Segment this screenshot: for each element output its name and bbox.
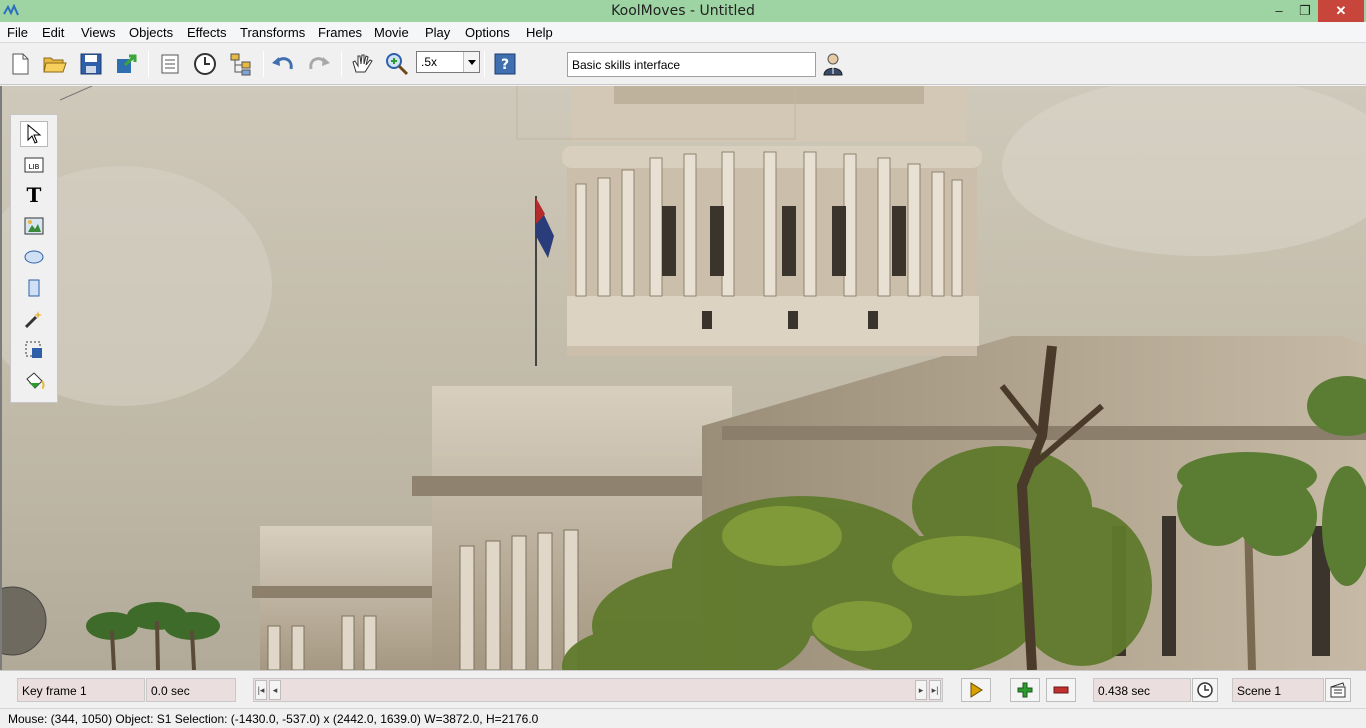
time-field: 0.0 sec [146, 678, 236, 702]
zoom-dropdown[interactable]: .5x [416, 51, 480, 73]
frame-scrollbar[interactable]: |◂ ◂ ▸ ▸| [253, 678, 943, 702]
menu-effects[interactable]: Effects [187, 25, 227, 40]
status-bar: Mouse: (344, 1050) Object: S1 Selection:… [0, 708, 1366, 728]
scroll-last-button[interactable]: ▸| [929, 680, 941, 700]
user-icon[interactable] [820, 51, 846, 77]
menu-transforms[interactable]: Transforms [240, 25, 305, 40]
keyframe-label: Key frame 1 [22, 684, 87, 698]
scene-label: Scene 1 [1237, 684, 1282, 698]
scene-icon [1330, 682, 1346, 698]
menu-file[interactable]: File [7, 25, 28, 40]
plus-icon [1017, 682, 1033, 698]
toolbar-separator [148, 51, 149, 77]
help-icon[interactable]: ? [492, 51, 518, 77]
menu-edit[interactable]: Edit [42, 25, 64, 40]
interface-mode-field[interactable]: Basic skills interface [567, 52, 816, 77]
remove-frame-button[interactable] [1046, 678, 1076, 702]
library-glyph: LIB [29, 163, 40, 171]
svg-text:?: ? [501, 57, 509, 73]
timeline-bar: Key frame 1 0.0 sec |◂ ◂ ▸ ▸| 0.438 sec … [0, 670, 1366, 708]
minimize-button[interactable]: – [1266, 0, 1292, 22]
timing-button[interactable] [1192, 678, 1218, 702]
time-label: 0.0 sec [151, 684, 190, 698]
stage-canvas[interactable] [0, 86, 1366, 670]
close-button[interactable]: ✕ [1318, 0, 1364, 22]
image-tool-icon[interactable] [20, 213, 48, 239]
save-disk-icon[interactable] [78, 51, 104, 77]
tools-palette: LIB T [10, 114, 58, 403]
library-icon[interactable]: LIB [20, 152, 48, 178]
toolbar-separator [341, 51, 342, 77]
keyframe-field: Key frame 1 [17, 678, 145, 702]
scroll-right-button[interactable]: ▸ [915, 680, 927, 700]
toolbar-separator [263, 51, 264, 77]
duration-label: 0.438 sec [1098, 684, 1151, 698]
menu-play[interactable]: Play [425, 25, 450, 40]
menu-bar: File Edit Views Objects Effects Transfor… [0, 22, 1366, 43]
minus-icon [1053, 686, 1069, 694]
zoom-value: .5x [421, 55, 438, 69]
redo-icon[interactable] [306, 51, 332, 77]
paint-bucket-icon[interactable] [20, 368, 48, 394]
menu-options[interactable]: Options [465, 25, 510, 40]
menu-objects[interactable]: Objects [129, 25, 173, 40]
interface-mode-label: Basic skills interface [572, 58, 681, 72]
status-text: Mouse: (344, 1050) Object: S1 Selection:… [8, 712, 539, 726]
scroll-left-button[interactable]: ◂ [269, 680, 281, 700]
duration-field: 0.438 sec [1093, 678, 1191, 702]
transform-tool-icon[interactable] [20, 337, 48, 363]
play-icon [970, 682, 983, 698]
text-tool-icon[interactable]: T [20, 182, 48, 208]
ellipse-tool-icon[interactable] [20, 244, 48, 270]
new-file-icon[interactable] [7, 51, 33, 77]
clock-icon[interactable] [192, 51, 218, 77]
window-title: KoolMoves - Untitled [611, 3, 755, 19]
menu-frames[interactable]: Frames [318, 25, 362, 40]
clock-icon [1197, 682, 1213, 698]
arrow-tool-icon[interactable] [20, 121, 48, 147]
open-folder-icon[interactable] [42, 51, 68, 77]
scene-field: Scene 1 [1232, 678, 1324, 702]
title-bar: KoolMoves - Untitled – ❐ ✕ [0, 0, 1366, 22]
magic-wand-icon[interactable] [20, 306, 48, 332]
menu-movie[interactable]: Movie [374, 25, 409, 40]
stage-photo [2, 86, 1366, 670]
scene-button[interactable] [1325, 678, 1351, 702]
properties-icon[interactable] [157, 51, 183, 77]
scroll-first-button[interactable]: |◂ [255, 680, 267, 700]
rectangle-tool-icon[interactable] [20, 275, 48, 301]
zoom-icon[interactable] [384, 51, 410, 77]
play-button[interactable] [961, 678, 991, 702]
add-frame-button[interactable] [1010, 678, 1040, 702]
hand-icon[interactable] [349, 51, 375, 77]
toolbar-separator [484, 51, 485, 77]
hierarchy-icon[interactable] [228, 51, 254, 77]
maximize-button[interactable]: ❐ [1292, 0, 1318, 22]
undo-icon[interactable] [270, 51, 296, 77]
export-icon[interactable] [114, 51, 140, 77]
main-toolbar: .5x ? Basic skills interface [0, 43, 1366, 85]
chevron-down-icon[interactable] [463, 52, 479, 72]
menu-views[interactable]: Views [81, 25, 115, 40]
text-tool-glyph: T [26, 183, 42, 207]
menu-help[interactable]: Help [526, 25, 553, 40]
